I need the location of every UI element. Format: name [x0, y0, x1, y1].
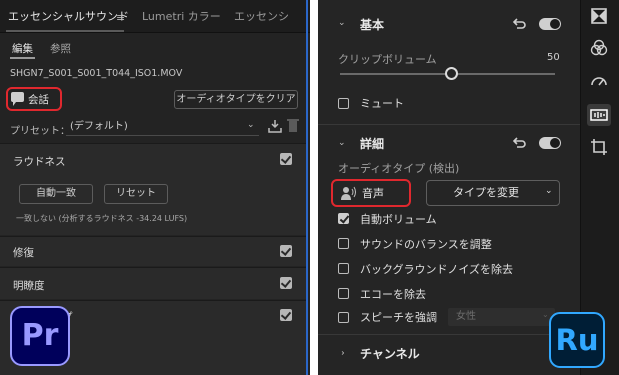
- channel-section-title: チャンネル: [360, 347, 420, 361]
- auto-match-button[interactable]: 自動一致: [19, 184, 93, 204]
- collapse-chevron-icon[interactable]: ⌄: [338, 138, 346, 148]
- loudness-title: ラウドネス: [13, 156, 66, 168]
- mute-label: ミュート: [360, 97, 404, 110]
- premiere-essential-sound-panel: エッセンシャルサウンド ≡ Lumetri カラー エッセンシ 編集 参照 SH…: [0, 0, 310, 375]
- creative-checkbox[interactable]: [280, 309, 292, 321]
- voice-speaker-icon: [341, 186, 356, 200]
- balance-sound-label: サウンドのバランスを調整: [360, 238, 492, 251]
- change-type-dropdown[interactable]: タイプを変更: [426, 180, 560, 206]
- chevron-down-icon: ⌄: [247, 120, 255, 130]
- section-divider: [318, 334, 580, 335]
- subtab-indicator: [10, 57, 35, 59]
- audio-type-detected-label: オーディオタイプ (検出): [338, 162, 460, 175]
- reset-button[interactable]: リセット: [104, 184, 168, 204]
- preset-label: プリセット：: [10, 126, 70, 137]
- remove-noise-checkbox[interactable]: [338, 263, 349, 274]
- clear-audio-type-button[interactable]: オーディオタイプをクリア: [174, 90, 298, 109]
- balance-sound-checkbox[interactable]: [338, 238, 349, 249]
- remove-noise-label: バックグラウンドノイズを除去: [360, 263, 514, 276]
- reset-icon[interactable]: [512, 18, 526, 30]
- remove-echo-label: エコーを除去: [360, 288, 426, 301]
- clarity-checkbox[interactable]: [280, 277, 292, 289]
- save-preset-icon[interactable]: [268, 119, 282, 133]
- remove-echo-checkbox[interactable]: [338, 288, 349, 299]
- panel-focus-border: [306, 0, 308, 375]
- repair-title: 修復: [13, 247, 34, 259]
- basic-section-title: 基本: [360, 18, 385, 32]
- repair-checkbox[interactable]: [280, 245, 292, 257]
- section-divider: [318, 124, 580, 125]
- details-enable-toggle[interactable]: [539, 137, 561, 149]
- speed-icon[interactable]: [590, 72, 608, 90]
- color-icon[interactable]: [590, 39, 608, 57]
- tab-essential-graphics[interactable]: エッセンシ: [234, 0, 289, 33]
- repair-section: [0, 236, 306, 266]
- voice-gender-dropdown[interactable]: 女性: [448, 308, 555, 326]
- chevron-down-icon: ⌄: [542, 310, 549, 319]
- loudness-checkbox[interactable]: [280, 153, 292, 165]
- active-tab-indicator: [6, 30, 124, 32]
- clip-volume-slider-thumb[interactable]: [445, 67, 458, 80]
- panel-menu-icon[interactable]: ≡: [116, 11, 125, 24]
- auto-volume-label: 自動ボリューム: [360, 213, 437, 226]
- auto-volume-checkbox[interactable]: [338, 213, 349, 224]
- subtab-edit[interactable]: 編集: [12, 41, 33, 56]
- subtab-browse[interactable]: 参照: [50, 41, 71, 56]
- rush-audio-panel: ⌄ 基本 クリップボリューム 50 ミュート ⌄ 詳細 オーディオタイプ (検出…: [318, 0, 619, 375]
- loudness-status: 一致しない (分析するラウドネス -34.24 LUFS): [16, 214, 188, 223]
- clip-name: SHGN7_S001_S001_T044_ISO1.MOV: [10, 68, 183, 79]
- collapse-chevron-icon[interactable]: ⌄: [338, 18, 346, 28]
- expand-chevron-icon[interactable]: ⌄: [337, 349, 347, 357]
- tab-lumetri-color[interactable]: Lumetri カラー: [142, 0, 221, 33]
- mute-checkbox[interactable]: [338, 98, 349, 109]
- enhance-speech-label: スピーチを強調: [360, 311, 437, 324]
- transitions-icon[interactable]: [590, 7, 608, 25]
- clarity-section: [0, 267, 306, 299]
- reset-icon[interactable]: [512, 137, 526, 149]
- preset-dropdown[interactable]: (デフォルト): [66, 118, 259, 136]
- enhance-speech-checkbox[interactable]: [338, 312, 349, 323]
- panel-tab-bar: エッセンシャルサウンド ≡ Lumetri カラー エッセンシ: [0, 0, 310, 33]
- premiere-pro-logo: Pr: [10, 306, 70, 366]
- premiere-rush-logo: Ru: [549, 312, 605, 368]
- voice-label: 音声: [362, 187, 384, 200]
- speech-bubble-icon: [11, 92, 24, 106]
- audio-type-label: 会話: [28, 94, 49, 106]
- clip-volume-value: 50: [547, 52, 560, 63]
- audio-icon[interactable]: [590, 106, 608, 124]
- chevron-down-icon: ⌄: [545, 186, 553, 196]
- clip-volume-label: クリップボリューム: [338, 53, 437, 66]
- basic-enable-toggle[interactable]: [539, 18, 561, 30]
- clarity-title: 明瞭度: [13, 280, 45, 292]
- tab-essential-sound[interactable]: エッセンシャルサウンド: [8, 0, 129, 33]
- crop-icon[interactable]: [590, 138, 608, 156]
- trash-icon[interactable]: [287, 118, 299, 133]
- details-section-title: 詳細: [360, 137, 385, 151]
